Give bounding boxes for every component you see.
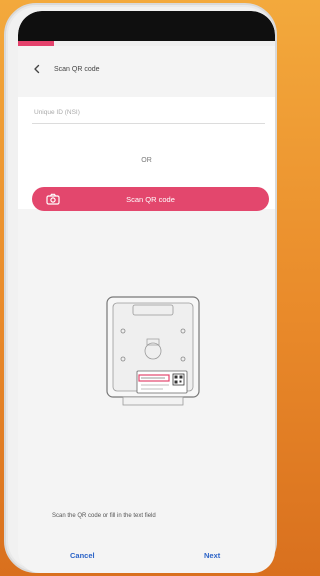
scan-hint-text: Scan the QR code or fill in the text fie… (52, 513, 156, 519)
unique-id-field[interactable]: Unique ID (NSI) (34, 109, 80, 116)
status-bar (18, 11, 275, 41)
scan-qr-button[interactable]: Scan QR code (32, 187, 269, 211)
or-divider-text: OR (141, 157, 152, 164)
cancel-button[interactable]: Cancel (70, 551, 95, 560)
progress-bar (18, 41, 275, 46)
progress-bar-fill (18, 41, 54, 46)
page-title: Scan QR code (54, 65, 100, 73)
camera-icon (46, 193, 60, 205)
back-arrow-icon[interactable] (28, 60, 46, 78)
device-label-illustration (106, 296, 200, 406)
app-bar: Scan QR code (18, 49, 275, 89)
next-button[interactable]: Next (204, 551, 220, 560)
unique-id-field-underline (32, 123, 265, 124)
scan-qr-button-label: Scan QR code (126, 194, 175, 204)
phone-frame: Scan QR code Unique ID (NSI) OR Scan QR … (4, 3, 277, 573)
app-screen: Scan QR code Unique ID (NSI) OR Scan QR … (18, 11, 275, 573)
